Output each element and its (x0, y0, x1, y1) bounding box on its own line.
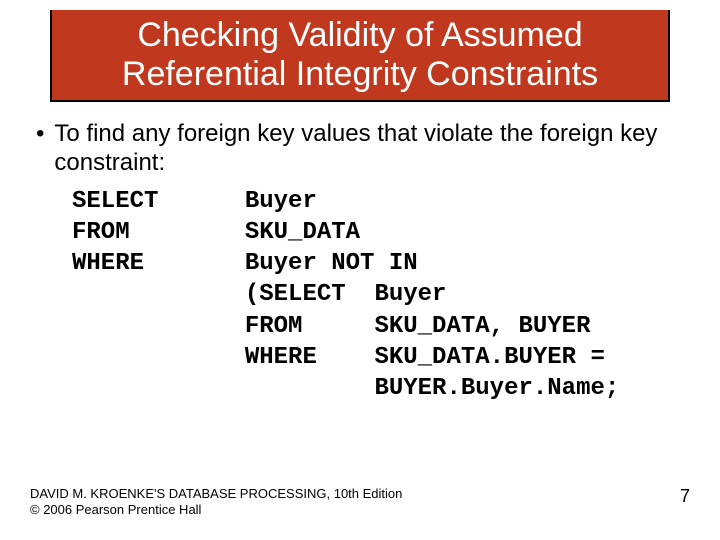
page-number: 7 (680, 486, 690, 507)
footer: DAVID M. KROENKE'S DATABASE PROCESSING, … (30, 486, 690, 519)
content-area: • To find any foreign key values that vi… (30, 102, 690, 404)
slide-title: Checking Validity of Assumed Referential… (50, 10, 670, 102)
bullet-text: To find any foreign key values that viol… (54, 120, 684, 178)
footer-line-2: © 2006 Pearson Prentice Hall (30, 502, 402, 518)
footer-line-1: DAVID M. KROENKE'S DATABASE PROCESSING, … (30, 486, 402, 502)
bullet-item: • To find any foreign key values that vi… (36, 120, 684, 178)
footer-credit: DAVID M. KROENKE'S DATABASE PROCESSING, … (30, 486, 402, 519)
bullet-marker: • (36, 120, 44, 149)
sql-code: SELECT Buyer FROM SKU_DATA WHERE Buyer N… (72, 186, 684, 404)
slide: Checking Validity of Assumed Referential… (0, 0, 720, 540)
